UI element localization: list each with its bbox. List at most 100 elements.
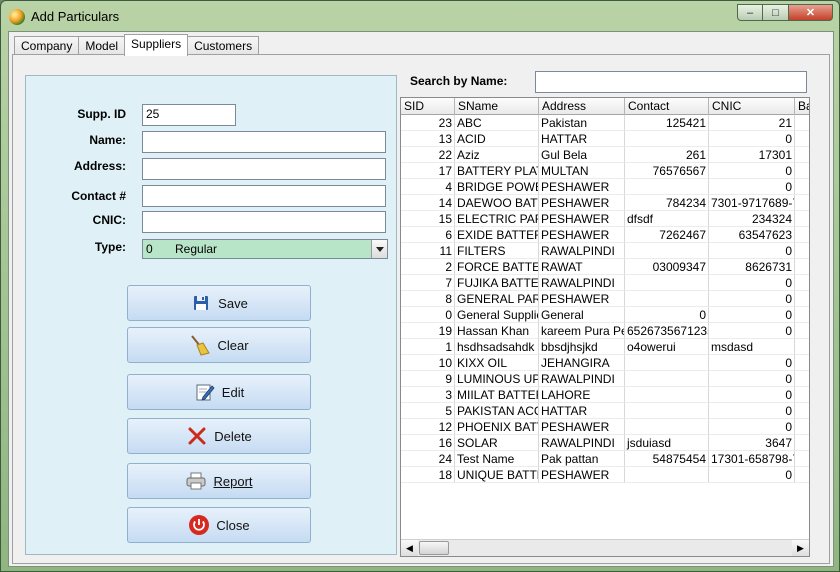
table-row[interactable]: 6 EXIDE BATTER PESHAWER 7262467 63547623: [401, 227, 809, 243]
column-header-contact[interactable]: Contact: [625, 98, 709, 115]
supp-id-field[interactable]: 25: [142, 104, 236, 126]
table-row[interactable]: 17 BATTERY PLAT MULTAN 76576567 0: [401, 163, 809, 179]
report-button[interactable]: Report: [127, 463, 311, 499]
supp-id-label: Supp. ID: [77, 107, 126, 121]
table-row[interactable]: 9LUMINOUS UPSRAWALPINDI 0: [401, 371, 809, 387]
save-button[interactable]: Save: [127, 285, 311, 321]
name-field[interactable]: [142, 131, 386, 153]
table-row[interactable]: 23 ABC Pakistan 125421 21: [401, 115, 809, 131]
table-row[interactable]: 18 UNIQUE BATTE PESHAWER 0: [401, 467, 809, 483]
edit-button[interactable]: Edit: [127, 374, 311, 410]
cell-contact: 125421: [625, 115, 709, 131]
cell-contact: 6526735671235: [625, 323, 709, 339]
tab-company[interactable]: Company: [14, 36, 80, 55]
cell-sname: LUMINOUS UPS: [455, 371, 539, 387]
scroll-left-icon[interactable]: ◀: [401, 540, 418, 556]
cell-contact: [625, 467, 709, 483]
cell-cnic: msdasd: [709, 339, 795, 355]
cnic-field[interactable]: [142, 211, 386, 233]
suppliers-grid[interactable]: SID SName Address Contact CNIC Ba 23ABCP…: [400, 97, 810, 557]
cell-sid: 10: [401, 355, 455, 371]
column-header-sid[interactable]: SID: [401, 98, 455, 115]
red-x-icon: [186, 425, 208, 447]
tab-customers[interactable]: Customers: [187, 36, 260, 55]
delete-button[interactable]: Delete: [127, 418, 311, 454]
table-row[interactable]: 13 ACID HATTAR 0: [401, 131, 809, 147]
table-row[interactable]: 5 PAKISTAN ACCI HATTAR 0: [401, 403, 809, 419]
chevron-down-icon[interactable]: [371, 240, 387, 258]
maximize-button[interactable]: □: [763, 4, 789, 21]
cell-address: RAWALPINDI: [539, 275, 625, 291]
tab-suppliers[interactable]: Suppliers: [124, 34, 189, 56]
cell-address: PESHAWER: [539, 179, 625, 195]
table-row[interactable]: 14 DAEWOO BATT PESHAWER 784234 7301-9717689-…: [401, 195, 809, 211]
cell-cnic: 0: [709, 275, 795, 291]
column-header-sname[interactable]: SName: [455, 98, 539, 115]
cell-sname: GENERAL PART: [455, 291, 539, 307]
type-select[interactable]: 0 Regular: [142, 239, 388, 259]
cell-cnic: 0: [709, 131, 795, 147]
address-field[interactable]: [142, 158, 386, 180]
cell-contact: [625, 387, 709, 403]
name-label: Name:: [89, 133, 126, 147]
cell-contact: [625, 179, 709, 195]
cell-sname: ABC: [455, 115, 539, 131]
table-row[interactable]: 11 FILTERS RAWALPINDI 0: [401, 243, 809, 259]
search-input[interactable]: [535, 71, 807, 93]
cell-sname: DAEWOO BATT: [455, 195, 539, 211]
cell-address: LAHORE: [539, 387, 625, 403]
table-row[interactable]: 24 Test Name Pak pattan 54875454 17301-65879…: [401, 451, 809, 467]
scroll-right-icon[interactable]: ▶: [792, 540, 809, 556]
table-row[interactable]: 0 General Supplier General 0 0: [401, 307, 809, 323]
table-row[interactable]: 22 Aziz Gul Bela 261 17301: [401, 147, 809, 163]
table-row[interactable]: 7 FUJIKA BATTEF RAWALPINDI 0: [401, 275, 809, 291]
clear-button[interactable]: Clear: [127, 327, 311, 363]
table-row[interactable]: 12 PHOENIX BATT PESHAWER 0: [401, 419, 809, 435]
close-window-button[interactable]: ✕: [789, 4, 833, 21]
cell-sname: UNIQUE BATTE: [455, 467, 539, 483]
horizontal-scrollbar[interactable]: ◀ ▶: [401, 539, 809, 556]
cell-ba: [795, 195, 809, 211]
close-label: Close: [216, 517, 250, 533]
cell-address: General: [539, 307, 625, 323]
cell-address: bbsdjhsjkd: [539, 339, 625, 355]
column-header-ba[interactable]: Ba: [795, 98, 809, 115]
table-row[interactable]: 3 MIILAT BATTEF LAHORE 0: [401, 387, 809, 403]
table-row[interactable]: 15ELECTRIC PARTPESHAWERdfsdf234324: [401, 211, 809, 227]
cell-cnic: 0: [709, 307, 795, 323]
table-row[interactable]: 4 BRIDGE POWEI PESHAWER 0: [401, 179, 809, 195]
table-row[interactable]: 10 KIXX OIL JEHANGIRA 0: [401, 355, 809, 371]
cell-ba: [795, 115, 809, 131]
table-row[interactable]: 8GENERAL PARTPESHAWER 0: [401, 291, 809, 307]
column-header-address[interactable]: Address: [539, 98, 625, 115]
table-row[interactable]: 16 SOLAR RAWALPINDI jsduiasd 3647: [401, 435, 809, 451]
cell-sid: 13: [401, 131, 455, 147]
scroll-thumb[interactable]: [419, 541, 449, 555]
tab-model[interactable]: Model: [78, 36, 126, 55]
cell-address: HATTAR: [539, 403, 625, 419]
cell-cnic: 8626731: [709, 259, 795, 275]
cell-cnic: 0: [709, 467, 795, 483]
cell-address: Pakistan: [539, 115, 625, 131]
cell-address: PESHAWER: [539, 211, 625, 227]
cell-sid: 9: [401, 371, 455, 387]
cell-sname: KIXX OIL: [455, 355, 539, 371]
cell-cnic: 0: [709, 179, 795, 195]
cell-address: PESHAWER: [539, 195, 625, 211]
title-bar: Add Particulars – □ ✕: [1, 1, 839, 31]
cell-contact: [625, 371, 709, 387]
close-button[interactable]: Close: [127, 507, 311, 543]
table-row[interactable]: 1 hsdhsadsahdk bbsdjhsjkd o4owerui msdasd: [401, 339, 809, 355]
tab-strip: Company Model Suppliers Customers: [14, 34, 260, 56]
cell-address: PESHAWER: [539, 467, 625, 483]
cell-ba: [795, 259, 809, 275]
table-row[interactable]: 2 FORCE BATTEF RAWAT 03009347 8626731: [401, 259, 809, 275]
column-header-cnic[interactable]: CNIC: [709, 98, 795, 115]
cell-sid: 12: [401, 419, 455, 435]
table-row[interactable]: 19 Hassan Khan kareem Pura Pes 652673567123…: [401, 323, 809, 339]
minimize-button[interactable]: –: [737, 4, 763, 21]
cell-contact: [625, 291, 709, 307]
cell-ba: [795, 227, 809, 243]
cell-address: JEHANGIRA: [539, 355, 625, 371]
contact-field[interactable]: [142, 185, 386, 207]
